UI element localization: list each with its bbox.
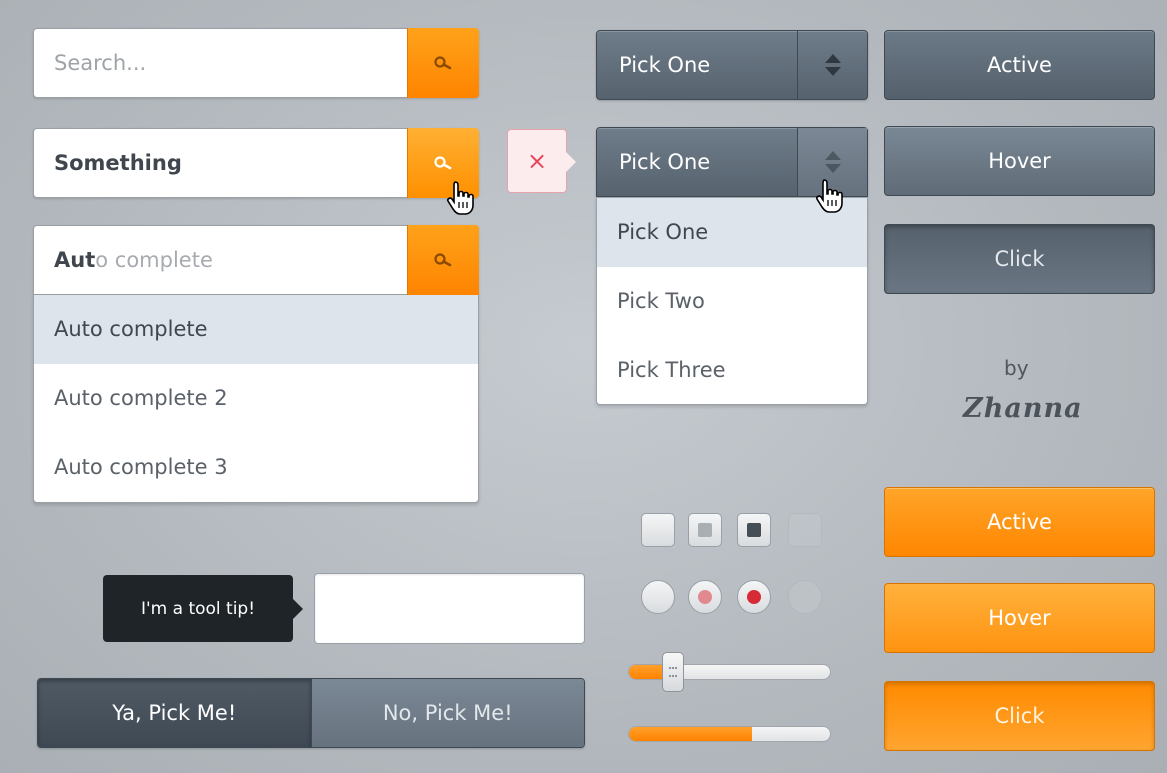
- select-closed[interactable]: Pick One: [596, 30, 868, 100]
- autocomplete-typed: Aut: [54, 248, 96, 272]
- chevron-up-icon: [824, 54, 841, 63]
- search-button[interactable]: [407, 225, 479, 295]
- author-signature: Zhanna: [963, 393, 1083, 424]
- progress-fill: [629, 727, 752, 741]
- orange-click-button[interactable]: Click: [884, 681, 1155, 751]
- select-value: Pick One: [619, 150, 711, 174]
- select-option[interactable]: Pick Three: [597, 336, 867, 405]
- chevron-down-icon: [824, 67, 841, 76]
- select-arrow[interactable]: [797, 31, 867, 99]
- slate-click-button[interactable]: Click: [884, 224, 1155, 294]
- tooltip-text: I'm a tool tip!: [140, 598, 256, 619]
- autocomplete-option[interactable]: Auto complete 3: [34, 433, 478, 502]
- checkbox-checked[interactable]: [737, 513, 771, 547]
- segment-no-pick-me[interactable]: No, Pick Me!: [310, 679, 584, 747]
- progress-bar: [628, 726, 831, 742]
- radio-disabled: [788, 580, 822, 614]
- radio-checked[interactable]: [737, 580, 771, 614]
- autocomplete-ghost: o complete: [95, 248, 213, 272]
- checkbox-mark: [698, 523, 712, 537]
- select-open[interactable]: Pick One: [596, 127, 868, 197]
- checkbox-hover[interactable]: [688, 513, 722, 547]
- slider-thumb[interactable]: [661, 652, 684, 692]
- close-icon: ×: [526, 147, 548, 175]
- checkbox-mark: [747, 523, 761, 537]
- segmented-control: Ya, Pick Me! No, Pick Me!: [37, 678, 585, 748]
- credit-by: by: [1004, 356, 1029, 380]
- slider-track[interactable]: [628, 664, 831, 680]
- search-icon: [433, 56, 451, 70]
- search-button-hover[interactable]: [407, 128, 479, 198]
- segment-ya-pick-me[interactable]: Ya, Pick Me!: [38, 679, 311, 747]
- text-field[interactable]: [314, 573, 585, 644]
- search-box-default: [33, 28, 479, 98]
- radio-unchecked[interactable]: [641, 580, 675, 614]
- select-option[interactable]: Pick Two: [597, 267, 867, 336]
- autocomplete-option[interactable]: Auto complete: [34, 295, 478, 364]
- search-icon: [433, 253, 451, 267]
- error-badge: ×: [507, 129, 576, 193]
- autocomplete-list: Auto complete Auto complete 2 Auto compl…: [33, 295, 479, 503]
- chevron-down-icon: [824, 164, 841, 173]
- grip-icon: [668, 667, 677, 677]
- autocomplete-option[interactable]: Auto complete 2: [34, 364, 478, 433]
- search-input-filled[interactable]: Something: [34, 129, 409, 197]
- checkbox-unchecked[interactable]: [641, 513, 675, 547]
- select-option[interactable]: Pick One: [597, 198, 867, 267]
- select-arrow[interactable]: [797, 128, 867, 196]
- search-box-filled: Something: [33, 128, 479, 198]
- autocomplete-input[interactable]: Auto complete: [34, 226, 409, 294]
- search-box-autocomplete: Auto complete: [33, 225, 479, 295]
- radio-hover[interactable]: [688, 580, 722, 614]
- checkbox-disabled: [788, 513, 822, 547]
- slate-hover-button[interactable]: Hover: [884, 126, 1155, 196]
- chevron-up-icon: [824, 151, 841, 160]
- search-icon: [433, 156, 451, 170]
- orange-hover-button[interactable]: Hover: [884, 583, 1155, 653]
- orange-active-button[interactable]: Active: [884, 487, 1155, 557]
- search-input[interactable]: [34, 29, 409, 97]
- slate-active-button[interactable]: Active: [884, 30, 1155, 100]
- select-options: Pick One Pick Two Pick Three: [596, 198, 868, 405]
- search-button[interactable]: [407, 28, 479, 98]
- select-value: Pick One: [619, 53, 711, 77]
- tooltip: I'm a tool tip!: [103, 575, 303, 642]
- radio-dot: [698, 590, 712, 604]
- radio-dot: [747, 590, 761, 604]
